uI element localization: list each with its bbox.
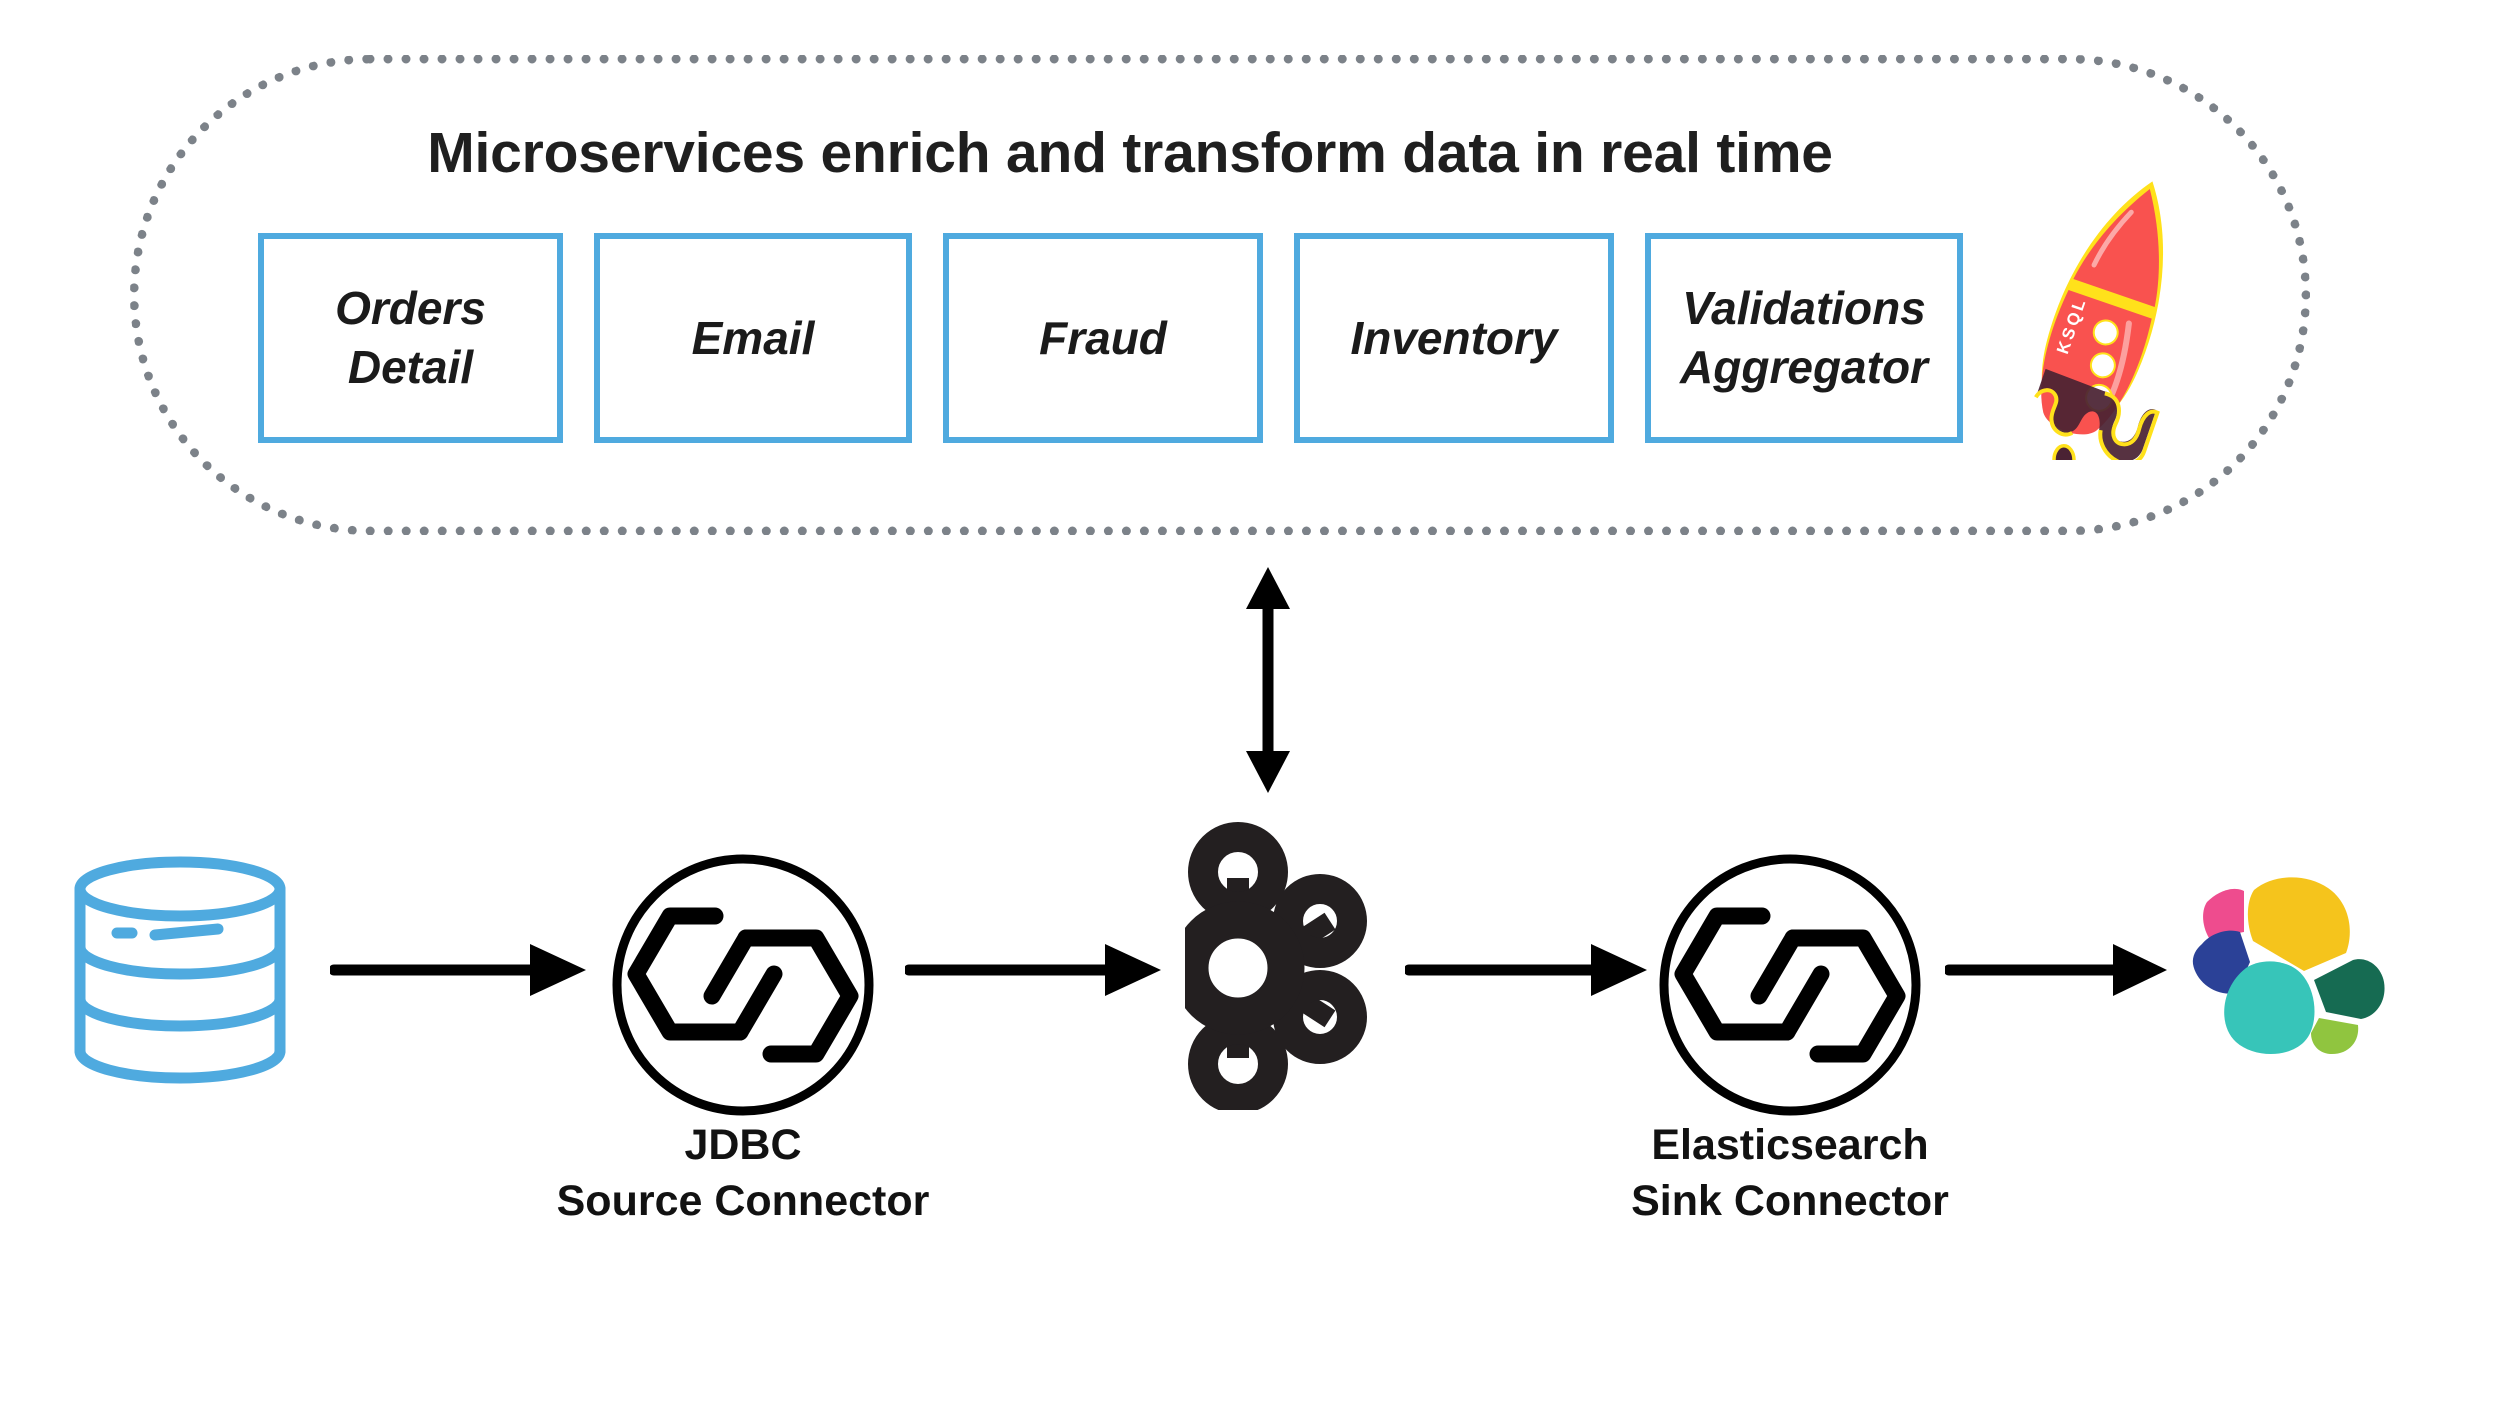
service-label: Inventory [1350, 311, 1558, 364]
bidirectional-arrow-kafka-microservices [1228, 565, 1308, 795]
arrow-db-to-jdbc [328, 940, 590, 1000]
elasticsearch-sink-connector-label: Elasticsearch Sink Connector [1631, 1121, 1949, 1225]
diagram-canvas: Microservices enrich and transform data … [0, 0, 2505, 1403]
arrow-es-connector-to-elasticsearch [1943, 940, 2170, 1000]
arrow-kafka-to-es-connector [1403, 940, 1650, 1000]
service-box-inventory[interactable]: Inventory [1294, 233, 1614, 443]
service-label: Orders Detail [335, 282, 486, 393]
service-label: Validations Aggregator [1680, 282, 1928, 393]
service-box-email[interactable]: Email [594, 233, 912, 443]
jdbc-source-connector-label: JDBC Source Connector [556, 1121, 930, 1225]
arrow-jdbc-to-kafka [903, 940, 1165, 1000]
database-cylinder-icon [60, 855, 300, 1085]
apache-kafka-icon [1171, 820, 1390, 1114]
service-box-fraud[interactable]: Fraud [943, 233, 1263, 443]
service-box-orders-detail[interactable]: Orders Detail [258, 233, 563, 443]
elasticsearch-icon [2178, 870, 2393, 1060]
elasticsearch-sink-connector-icon [1655, 850, 1925, 1120]
jdbc-source-connector-icon [608, 850, 878, 1120]
services-row: Orders Detail Email Fraud Inventory Vali… [258, 233, 1963, 443]
service-label: Email [691, 311, 815, 364]
ksql-rocket-icon: KSQL [1995, 175, 2225, 488]
service-box-validations-aggregator[interactable]: Validations Aggregator [1645, 233, 1963, 443]
page-title: Microservices enrich and transform data … [427, 121, 1833, 185]
service-label: Fraud [1039, 311, 1167, 364]
